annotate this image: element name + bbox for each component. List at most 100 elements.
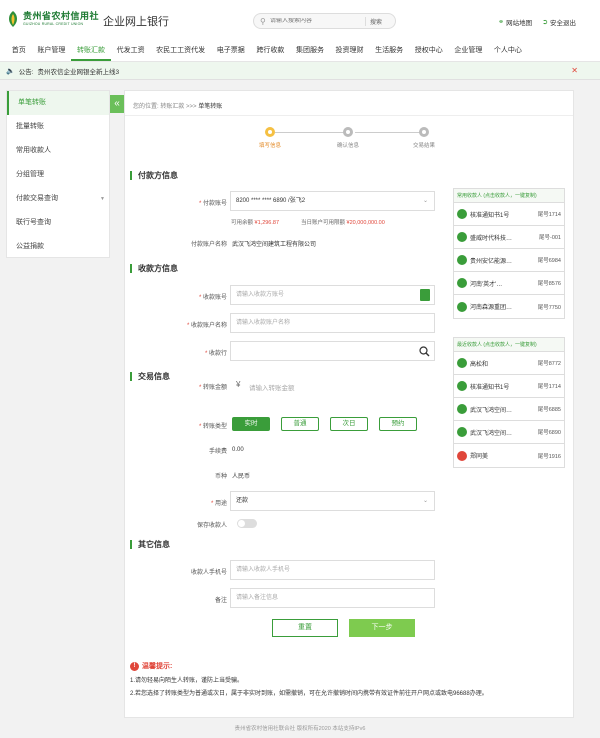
type-realtime-button[interactable]: 实时 — [232, 417, 270, 431]
bank-icon — [457, 209, 467, 219]
next-button[interactable]: 下一步 — [349, 619, 415, 637]
tips-title: ! 温馨提示: — [130, 661, 488, 671]
payer-name-value: 武汉飞鸿空间建筑工程有限公司 — [232, 242, 317, 248]
breadcrumb-parent[interactable]: 转账汇款 — [160, 104, 184, 110]
sidebar-item-label: 批量转账 — [16, 123, 44, 130]
divider — [125, 115, 573, 116]
sidebar-item-label: 单笔转账 — [18, 99, 46, 106]
recent-payees-head: 最近收款人 (点击收款人，一键复制) — [454, 338, 564, 352]
payee-name-placeholder: 请输入收款账户名称 — [236, 320, 291, 326]
sidebar-item-group-manage[interactable]: 分组管理 — [7, 163, 109, 187]
section-title-trade: 交易信息 — [130, 372, 170, 381]
recent-payee-row[interactable]: 高松和 尾号8772 — [454, 352, 564, 375]
breadcrumb-sep: >>> — [186, 104, 197, 110]
payee-account-placeholder: 请输入收款方账号 — [236, 292, 285, 298]
recent-payee-row[interactable]: 核准通知书1号 尾号1714 — [454, 375, 564, 398]
logout-icon: ➲ — [542, 19, 548, 26]
currency-label: 币种 — [214, 474, 227, 480]
nav-life[interactable]: 生活服务 — [369, 40, 409, 61]
breadcrumb-prefix: 您的位置: — [133, 104, 159, 110]
system-title: 企业网上银行 — [103, 16, 169, 28]
frequent-payee-row[interactable]: 河南森源重团… 尾号7750 — [454, 295, 564, 318]
recent-payee-row[interactable]: 武汉飞鸿空间… 尾号6885 — [454, 398, 564, 421]
nav-group[interactable]: 集团服务 — [290, 40, 330, 61]
bank-logo[interactable]: 贵州省农村信用社 GUIZHOU RURAL CREDIT UNION — [6, 10, 99, 28]
sidebar-item-batch-transfer[interactable]: 批量转账 — [7, 115, 109, 139]
logo-cn-text: 贵州省农村信用社 — [23, 10, 100, 21]
nav-transfer[interactable]: 转账汇款 — [71, 40, 111, 61]
nav-migrant-payroll[interactable]: 农民工工资代发 — [150, 40, 211, 61]
payee-account-label: * 收款账号 — [198, 295, 227, 301]
payer-limit: 当日账户可用限额 ¥20,000,000.00 — [301, 220, 385, 226]
frequent-payee-row[interactable]: 贵州安亿能源… 尾号6984 — [454, 249, 564, 272]
recent-payee-row[interactable]: 郑同美 尾号1916 — [454, 444, 564, 467]
sidebar-item-label: 付款交易查询 — [16, 195, 58, 202]
frequent-payee-row[interactable]: 河南'英才'… 尾号8576 — [454, 272, 564, 295]
breadcrumb-current: 单笔转账 — [198, 104, 223, 110]
tips-line: 2.若您选择了转账类型为普通或次日，属于非实时到账，如需撤销，可在允许撤销时间内… — [130, 691, 488, 697]
bank-icon — [457, 450, 467, 461]
sidebar-item-payment-query[interactable]: 付款交易查询 ▼ — [7, 187, 109, 211]
nav-payroll[interactable]: 代发工资 — [111, 40, 151, 61]
type-scheduled-button[interactable]: 预约 — [379, 417, 417, 431]
sidebar-item-bank-code-query[interactable]: 联行号查询 — [7, 211, 109, 235]
bank-icon — [457, 358, 467, 368]
speaker-icon: 🔈 — [6, 67, 15, 75]
notice-bar: 🔈 公告: 贵州农信企业网银全新上线3 ✕ — [0, 62, 600, 80]
double-chevron-left-icon: « — [114, 98, 120, 109]
save-payee-toggle[interactable] — [237, 519, 257, 528]
amount-input[interactable]: 请输入转账金额 — [249, 382, 295, 392]
sitemap-label: 网站地图 — [506, 20, 533, 27]
sidebar-item-frequent-payees[interactable]: 常用收款人 — [7, 139, 109, 163]
nav-ebill[interactable]: 电子票据 — [211, 40, 251, 61]
recent-payee-row[interactable]: 武汉飞鸿空间… 尾号6890 — [454, 421, 564, 444]
main-nav: 首页 账户管理 转账汇款 代发工资 农民工工资代发 电子票据 跨行收款 集团服务… — [0, 40, 600, 62]
logo-icon — [9, 11, 17, 27]
step-label: 交易结果 — [412, 143, 435, 149]
sidebar-item-label: 公益捐款 — [16, 243, 44, 250]
type-normal-button[interactable]: 普通 — [281, 417, 319, 431]
contact-book-icon[interactable] — [420, 289, 430, 301]
reset-button[interactable]: 重置 — [272, 619, 338, 637]
collapse-sidebar-button[interactable]: « — [110, 95, 124, 113]
payer-name-label: 付款账户名称 — [190, 242, 227, 248]
section-title-payer: 付款方信息 — [130, 171, 178, 180]
frequent-payee-row[interactable]: 核准通知书1号 尾号1714 — [454, 203, 564, 226]
nav-account[interactable]: 账户管理 — [32, 40, 72, 61]
nav-auth[interactable]: 授权中心 — [409, 40, 449, 61]
step-label: 填写信息 — [258, 143, 281, 149]
nav-interbank[interactable]: 跨行收款 — [251, 40, 291, 61]
nav-invest[interactable]: 投资理财 — [330, 40, 370, 61]
step-dot — [419, 127, 429, 137]
memo-input[interactable]: 请输入备注信息 — [230, 588, 435, 608]
search-input[interactable] — [270, 18, 365, 24]
sidebar-item-single-transfer[interactable]: 单笔转账 — [7, 91, 109, 115]
sidebar: 单笔转账 批量转账 常用收款人 分组管理 付款交易查询 ▼ 联行号查询 公益捐款 — [6, 90, 110, 258]
logout-link[interactable]: ➲ 安全退出 — [542, 17, 576, 27]
sidebar-item-donation[interactable]: 公益捐款 — [7, 235, 109, 259]
type-nextday-button[interactable]: 次日 — [330, 417, 368, 431]
payee-bank-input[interactable] — [230, 341, 435, 361]
step-connector — [275, 132, 345, 133]
payee-account-input[interactable]: 请输入收款方账号 — [230, 285, 435, 305]
logout-label: 安全退出 — [550, 20, 576, 27]
sitemap-icon: ⚭ — [498, 19, 505, 26]
memo-label: 备注 — [214, 598, 227, 604]
nav-home[interactable]: 首页 — [6, 40, 32, 61]
currency-value: 人民币 — [232, 474, 251, 480]
purpose-select[interactable]: 还款 ⌄ — [230, 491, 435, 511]
search-button[interactable]: 搜索 — [365, 16, 382, 26]
frequent-payee-row[interactable]: 盛威时代科技… 尾号-001 — [454, 226, 564, 249]
search-icon[interactable] — [419, 346, 430, 357]
nav-enterprise[interactable]: 企业管理 — [449, 40, 489, 61]
payee-name-input[interactable]: 请输入收款账户名称 — [230, 313, 435, 333]
chevron-down-icon: ⌄ — [422, 498, 428, 504]
payer-account-select[interactable]: 8200 **** **** 6890 /张飞2 ⌄ — [230, 191, 435, 211]
main-content: 您的位置: 转账汇款 >>> 单笔转账 填写信息 确认信息 交易结果 付款方信息… — [124, 90, 574, 718]
notice-text[interactable]: 贵州农信企业网银全新上线3 — [38, 66, 120, 76]
close-icon[interactable]: ✕ — [571, 66, 578, 75]
amount-label: * 转账金额 — [198, 385, 227, 391]
nav-personal[interactable]: 个人中心 — [488, 40, 528, 61]
phone-input[interactable]: 请输入收款人手机号 — [230, 560, 435, 580]
sitemap-link[interactable]: ⚭ 网站地图 — [498, 17, 532, 27]
